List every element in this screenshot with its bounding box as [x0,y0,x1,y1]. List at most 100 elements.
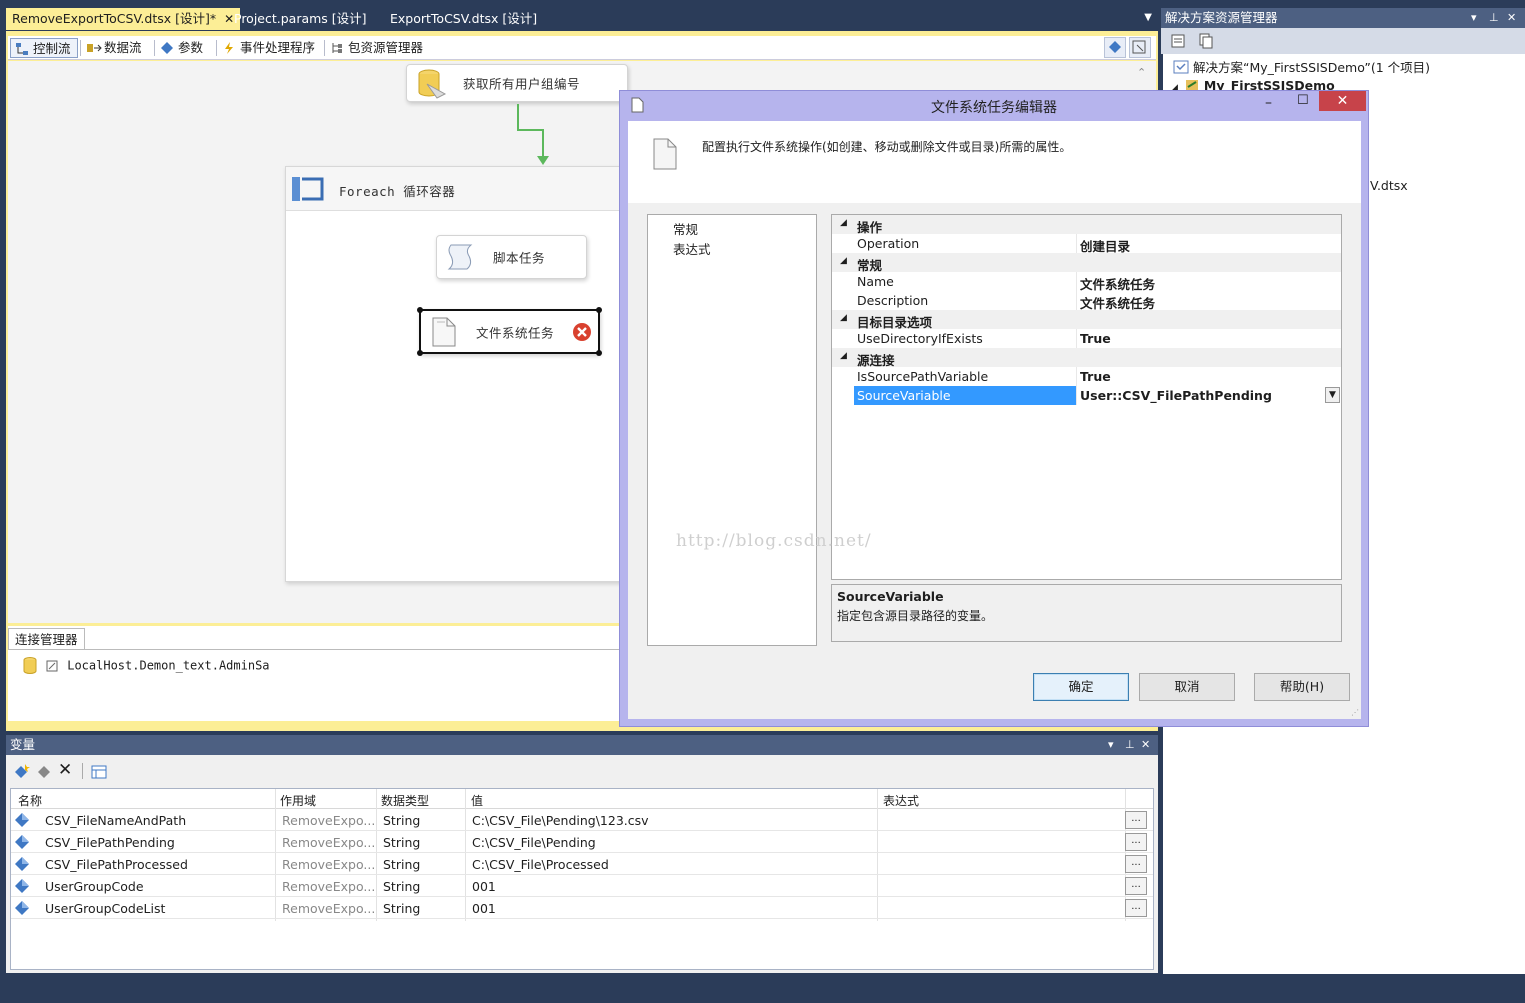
table-row[interactable]: CSV_FilePathProcessed RemoveExpo... Stri… [11,853,1153,875]
collapse-arrow-icon[interactable]: ◢ [840,218,847,228]
expression-ellipsis-button[interactable]: ... [1125,811,1147,829]
variable-type[interactable]: String [383,857,420,872]
collapse-arrow-icon[interactable]: ◢ [840,313,847,323]
cancel-button[interactable]: 取消 [1139,673,1235,701]
chevron-down-icon[interactable]: ▾ [1471,8,1477,28]
property-name: Name [857,274,894,289]
property-row[interactable]: Operation 创建目录 [832,234,1341,254]
variable-name[interactable]: UserGroupCode [45,879,144,894]
table-row[interactable]: CSV_FileNameAndPath RemoveExpo... String… [11,809,1153,831]
variable-value[interactable]: C:\CSV_File\Processed [472,857,609,872]
property-row[interactable]: IsSourcePathVariable True [832,367,1341,386]
minimize-icon[interactable]: – [1265,95,1272,111]
ok-button[interactable]: 确定 [1033,673,1129,701]
variable-value[interactable]: 001 [472,879,496,894]
table-row[interactable]: UserGroupCodeList RemoveExpo... String 0… [11,897,1153,919]
tab-connection-manager[interactable]: 连接管理器 [8,628,85,649]
variable-type[interactable]: String [383,879,420,894]
file-system-task-icon [650,137,680,171]
property-value[interactable]: True [1080,331,1111,346]
column-header-type[interactable]: 数据类型 [381,792,429,809]
property-help-box: SourceVariable 指定包含源目录路径的变量。 [831,584,1342,642]
variable-name[interactable]: CSV_FileNameAndPath [45,813,186,828]
foreach-loop-icon [290,173,326,205]
variable-scope: RemoveExpo... [282,879,376,894]
help-button[interactable]: 帮助(H) [1254,673,1350,701]
help-title: SourceVariable [837,589,944,604]
variable-value[interactable]: 001 [472,901,496,916]
property-grid: ◢ 操作 Operation 创建目录 ◢ 常规 Name 文件系统任务 Des… [831,214,1342,580]
variable-type[interactable]: String [383,813,420,828]
nav-item-general[interactable]: 常规 [673,219,698,238]
variable-value[interactable]: C:\CSV_File\Pending\123.csv [472,813,649,828]
property-value[interactable]: User::CSV_FilePathPending [1080,388,1272,403]
variable-scope: RemoveExpo... [282,813,376,828]
help-text: 指定包含源目录路径的变量。 [837,609,994,623]
property-category[interactable]: ◢ 常规 [832,253,1341,273]
expression-ellipsis-button[interactable]: ... [1125,899,1147,917]
package-node[interactable]: V.dtsx [1370,178,1408,193]
move-variable-icon[interactable] [35,763,53,781]
column-header-scope[interactable]: 作用域 [280,792,316,809]
maximize-icon[interactable]: ☐ [1297,93,1309,108]
column-header-value[interactable]: 值 [471,792,483,809]
property-category[interactable]: ◢ 操作 [832,215,1341,235]
grid-options-icon[interactable] [90,763,108,781]
project-node[interactable]: ◢ My_FirstSSISDemo [1171,77,1335,91]
collapse-arrow-icon[interactable]: ◢ [840,256,847,266]
property-category[interactable]: ◢ 目标目录选项 [832,310,1341,330]
dialog-description: 配置执行文件系统操作(如创建、移动或删除文件或目录)所需的属性。 [702,140,1072,154]
task-file-system[interactable]: 文件系统任务 [417,307,602,356]
variable-icon [14,878,30,894]
properties-icon[interactable] [1170,33,1186,49]
pin-icon[interactable]: ⊥ [1125,735,1135,755]
property-row[interactable]: Description 文件系统任务 [832,291,1341,311]
property-value[interactable]: True [1080,369,1111,384]
foreach-loop-container[interactable]: Foreach 循环容器 [285,166,625,582]
chevron-up-icon[interactable]: ⌃ [1137,66,1146,79]
dropdown-arrow-icon[interactable]: ▼ [1325,387,1340,403]
dialog-title: 文件系统任务编辑器 [931,100,1057,116]
variable-icon [14,856,30,872]
chevron-down-icon[interactable]: ▾ [1108,735,1114,755]
dialog-title-bar: 文件系统任务编辑器 – ☐ ✕ [620,91,1368,121]
table-row[interactable]: UserGroupCode RemoveExpo... String 001 .… [11,875,1153,897]
property-row[interactable]: UseDirectoryIfExists True [832,329,1341,348]
property-name: Description [857,293,929,308]
variable-name[interactable]: CSV_FilePathProcessed [45,857,188,872]
variable-name[interactable]: UserGroupCodeList [45,901,165,916]
table-row[interactable]: CSV_FilePathPending RemoveExpo... String… [11,831,1153,853]
nav-item-expressions[interactable]: 表达式 [673,239,711,258]
close-icon[interactable]: ✕ [1507,8,1516,28]
task-script[interactable]: 脚本任务 [436,235,587,279]
add-variable-icon[interactable] [12,763,30,781]
connection-item[interactable]: LocalHost.Demon_text.AdminSa [22,656,270,676]
collapse-arrow-icon[interactable]: ◢ [840,351,847,361]
column-header-expression[interactable]: 表达式 [883,792,919,809]
property-name: Operation [857,236,920,251]
column-header-name[interactable]: 名称 [18,792,42,809]
delete-icon[interactable]: ✕ [58,761,72,779]
solution-node[interactable]: 解决方案“My_FirstSSISDemo”(1 个项目) [1173,57,1430,76]
expression-ellipsis-button[interactable]: ... [1125,855,1147,873]
pin-icon[interactable]: ⊥ [1489,8,1499,28]
show-all-files-icon[interactable] [1198,33,1214,49]
solution-label: 解决方案“My_FirstSSISDemo”(1 个项目) [1193,60,1431,75]
property-row-selected[interactable]: SourceVariable User::CSV_FilePathPending… [832,386,1341,405]
resize-grip-icon[interactable]: ⋰ [1351,708,1359,717]
property-row[interactable]: Name 文件系统任务 [832,272,1341,292]
variable-type[interactable]: String [383,901,420,916]
variable-icon [14,900,30,916]
expression-ellipsis-button[interactable]: ... [1125,833,1147,851]
property-category[interactable]: ◢ 源连接 [832,348,1341,368]
variable-type[interactable]: String [383,835,420,850]
connection-label: LocalHost.Demon_text.AdminSa [67,658,270,673]
close-icon[interactable]: ✕ [1141,735,1150,755]
variable-scope: RemoveExpo... [282,901,376,916]
expression-ellipsis-button[interactable]: ... [1125,877,1147,895]
variable-name[interactable]: CSV_FilePathPending [45,835,175,850]
property-name: SourceVariable [857,388,951,403]
close-button[interactable]: ✕ [1319,91,1366,111]
variable-value[interactable]: C:\CSV_File\Pending [472,835,596,850]
database-connection-icon [22,656,60,676]
